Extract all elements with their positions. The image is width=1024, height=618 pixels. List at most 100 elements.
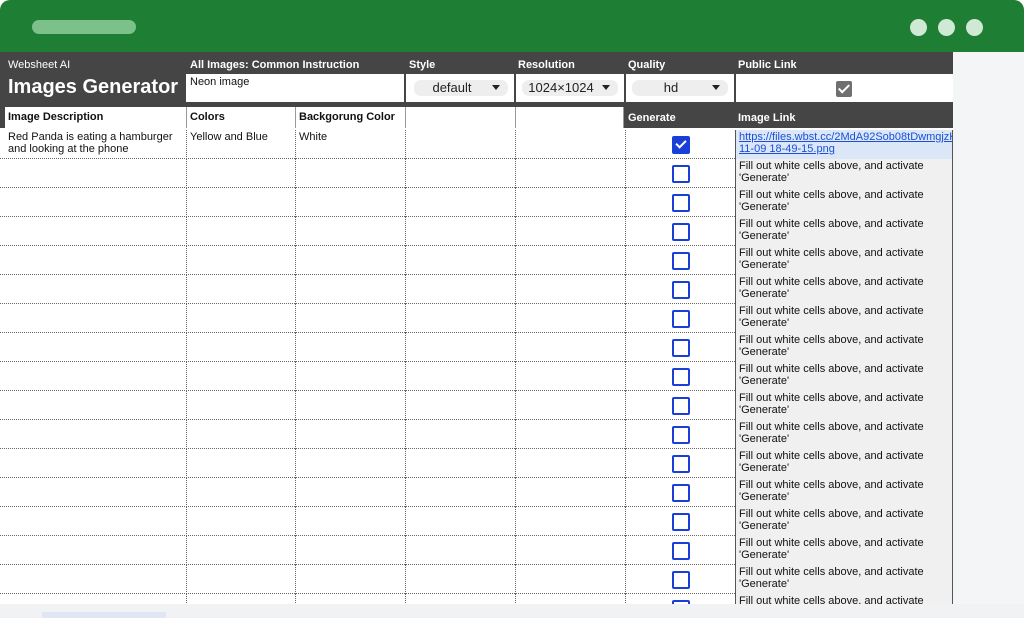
cell-empty[interactable] bbox=[516, 246, 626, 275]
cell-empty[interactable] bbox=[516, 391, 626, 420]
cell-bg-color[interactable] bbox=[296, 420, 406, 449]
generate-checkbox[interactable] bbox=[672, 194, 690, 212]
cell-bg-color[interactable] bbox=[296, 304, 406, 333]
instruction-input[interactable]: Neon image bbox=[186, 74, 404, 102]
cell-colors[interactable] bbox=[187, 536, 296, 565]
cell-bg-color[interactable] bbox=[296, 188, 406, 217]
generate-checkbox[interactable] bbox=[672, 542, 690, 560]
cell-bg-color[interactable] bbox=[296, 362, 406, 391]
cell-empty[interactable] bbox=[406, 275, 516, 304]
cell-colors[interactable] bbox=[187, 159, 296, 188]
window-dot-icon[interactable] bbox=[938, 19, 955, 36]
cell-bg-color[interactable] bbox=[296, 594, 406, 604]
generate-checkbox[interactable] bbox=[672, 368, 690, 386]
cell-empty[interactable] bbox=[516, 449, 626, 478]
cell-empty[interactable] bbox=[406, 159, 516, 188]
cell-bg-color[interactable] bbox=[296, 507, 406, 536]
generate-checkbox[interactable] bbox=[672, 571, 690, 589]
cell-empty[interactable] bbox=[516, 420, 626, 449]
cell-colors[interactable] bbox=[187, 391, 296, 420]
cell-empty[interactable] bbox=[516, 275, 626, 304]
cell-empty[interactable] bbox=[406, 304, 516, 333]
generate-checkbox[interactable] bbox=[672, 455, 690, 473]
generate-checkbox[interactable] bbox=[672, 136, 690, 154]
cell-description[interactable] bbox=[5, 449, 187, 478]
cell-description[interactable] bbox=[5, 304, 187, 333]
window-dot-icon[interactable] bbox=[966, 19, 983, 36]
cell-empty[interactable] bbox=[406, 565, 516, 594]
cell-description[interactable] bbox=[5, 565, 187, 594]
cell-empty[interactable] bbox=[406, 449, 516, 478]
cell-colors[interactable] bbox=[187, 594, 296, 604]
cell-empty[interactable] bbox=[516, 594, 626, 604]
cell-bg-color[interactable] bbox=[296, 333, 406, 362]
cell-empty[interactable] bbox=[406, 536, 516, 565]
cell-empty[interactable] bbox=[406, 420, 516, 449]
cell-description[interactable] bbox=[5, 478, 187, 507]
scrollbar-thumb[interactable] bbox=[42, 612, 166, 618]
cell-empty[interactable] bbox=[406, 130, 516, 159]
cell-empty[interactable] bbox=[406, 188, 516, 217]
cell-colors[interactable] bbox=[187, 420, 296, 449]
cell-description[interactable] bbox=[5, 188, 187, 217]
cell-colors[interactable] bbox=[187, 565, 296, 594]
cell-colors[interactable] bbox=[187, 217, 296, 246]
cell-empty[interactable] bbox=[406, 507, 516, 536]
cell-bg-color[interactable] bbox=[296, 275, 406, 304]
cell-bg-color[interactable] bbox=[296, 565, 406, 594]
cell-description[interactable]: Red Panda is eating a hamburger and look… bbox=[5, 130, 187, 159]
resolution-select[interactable]: 1024×1024 bbox=[522, 80, 618, 96]
cell-bg-color[interactable] bbox=[296, 449, 406, 478]
generate-checkbox[interactable] bbox=[672, 426, 690, 444]
cell-empty[interactable] bbox=[516, 188, 626, 217]
cell-empty[interactable] bbox=[516, 159, 626, 188]
cell-empty[interactable] bbox=[406, 246, 516, 275]
cell-empty[interactable] bbox=[406, 333, 516, 362]
generate-checkbox[interactable] bbox=[672, 223, 690, 241]
cell-description[interactable] bbox=[5, 362, 187, 391]
generate-checkbox[interactable] bbox=[672, 252, 690, 270]
cell-description[interactable] bbox=[5, 536, 187, 565]
cell-bg-color[interactable] bbox=[296, 478, 406, 507]
cell-description[interactable] bbox=[5, 246, 187, 275]
cell-empty[interactable] bbox=[406, 478, 516, 507]
cell-empty[interactable] bbox=[406, 362, 516, 391]
cell-colors[interactable] bbox=[187, 362, 296, 391]
cell-description[interactable] bbox=[5, 159, 187, 188]
generate-checkbox[interactable] bbox=[672, 281, 690, 299]
cell-empty[interactable] bbox=[516, 130, 626, 159]
cell-bg-color[interactable] bbox=[296, 246, 406, 275]
cell-bg-color[interactable] bbox=[296, 217, 406, 246]
public-link-checkbox[interactable] bbox=[836, 81, 852, 97]
cell-colors[interactable] bbox=[187, 478, 296, 507]
cell-colors[interactable] bbox=[187, 449, 296, 478]
generate-checkbox[interactable] bbox=[672, 397, 690, 415]
quality-select[interactable]: hd bbox=[632, 80, 728, 96]
cell-colors[interactable] bbox=[187, 246, 296, 275]
cell-empty[interactable] bbox=[516, 304, 626, 333]
generate-checkbox[interactable] bbox=[672, 310, 690, 328]
cell-colors[interactable] bbox=[187, 188, 296, 217]
cell-colors[interactable] bbox=[187, 304, 296, 333]
cell-empty[interactable] bbox=[516, 536, 626, 565]
cell-description[interactable] bbox=[5, 391, 187, 420]
horizontal-scrollbar[interactable] bbox=[0, 604, 1024, 618]
style-select[interactable]: default bbox=[414, 80, 508, 96]
cell-empty[interactable] bbox=[516, 333, 626, 362]
cell-bg-color[interactable] bbox=[296, 536, 406, 565]
cell-empty[interactable] bbox=[516, 565, 626, 594]
generate-checkbox[interactable] bbox=[672, 484, 690, 502]
cell-bg-color[interactable]: White bbox=[296, 130, 406, 159]
cell-empty[interactable] bbox=[516, 478, 626, 507]
cell-colors[interactable] bbox=[187, 275, 296, 304]
cell-colors[interactable] bbox=[187, 507, 296, 536]
cell-empty[interactable] bbox=[406, 217, 516, 246]
cell-colors[interactable] bbox=[187, 333, 296, 362]
cell-description[interactable] bbox=[5, 333, 187, 362]
cell-description[interactable] bbox=[5, 420, 187, 449]
cell-description[interactable] bbox=[5, 594, 187, 604]
image-link[interactable]: https://files.wbst.cc/2MdA92Sob08tDwmgjz… bbox=[739, 131, 952, 155]
cell-bg-color[interactable] bbox=[296, 391, 406, 420]
cell-description[interactable] bbox=[5, 217, 187, 246]
generate-checkbox[interactable] bbox=[672, 339, 690, 357]
